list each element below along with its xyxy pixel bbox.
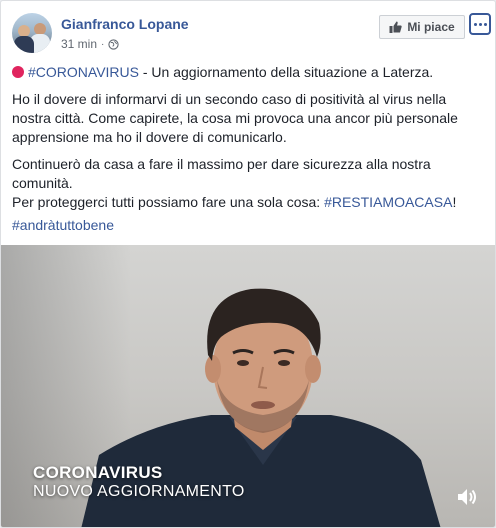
more-options-button[interactable] <box>469 13 491 35</box>
red-circle-icon <box>12 66 24 78</box>
facebook-post: Gianfranco Lopane 31 min · Mi piace #COR… <box>0 0 496 528</box>
meta-separator: · <box>101 38 105 50</box>
post-time[interactable]: 31 min <box>61 37 97 51</box>
author-avatar[interactable] <box>12 13 52 53</box>
post-header: Gianfranco Lopane 31 min · Mi piace <box>12 13 491 57</box>
like-button-label: Mi piace <box>407 20 455 34</box>
hashtag-andratuttobene[interactable]: #andràtuttobene <box>12 217 114 233</box>
more-icon <box>473 22 477 26</box>
post-paragraph-3-end: ! <box>452 194 457 210</box>
post-text: #CORONAVIRUS - Un aggiornamento della si… <box>12 63 482 243</box>
post-paragraph-3: Continuerò da casa a fare il massimo per… <box>12 155 482 212</box>
post-paragraph-2: Ho il dovere di informarvi di un secondo… <box>12 91 458 145</box>
author-name[interactable]: Gianfranco Lopane <box>61 16 189 32</box>
thumbs-up-icon <box>389 21 403 33</box>
post-line-1-text: - Un aggiornamento della situazione a La… <box>138 64 434 80</box>
hashtag-restiamoacasa[interactable]: #RESTIAMOACASA <box>324 194 452 210</box>
hashtag-coronavirus[interactable]: #CORONAVIRUS <box>28 64 139 80</box>
volume-icon[interactable] <box>456 487 478 507</box>
globe-icon[interactable] <box>108 38 120 50</box>
post-line-1: #CORONAVIRUS - Un aggiornamento della si… <box>12 63 482 82</box>
post-paragraph-3b: Per proteggerci tutti possiamo fare una … <box>12 194 325 210</box>
post-meta: 31 min · <box>61 37 120 51</box>
video-player[interactable]: CORONAVIRUS NUOVO AGGIORNAMENTO <box>1 245 495 527</box>
video-caption-title: CORONAVIRUS <box>33 463 163 482</box>
video-caption-subtitle: NUOVO AGGIORNAMENTO <box>33 483 245 500</box>
post-paragraph-3a: Continuerò da casa a fare il massimo per… <box>12 156 431 191</box>
page-like-button[interactable]: Mi piace <box>379 15 465 39</box>
post-line-4: #andràtuttobene <box>12 216 482 235</box>
video-caption: CORONAVIRUS NUOVO AGGIORNAMENTO <box>33 463 245 501</box>
